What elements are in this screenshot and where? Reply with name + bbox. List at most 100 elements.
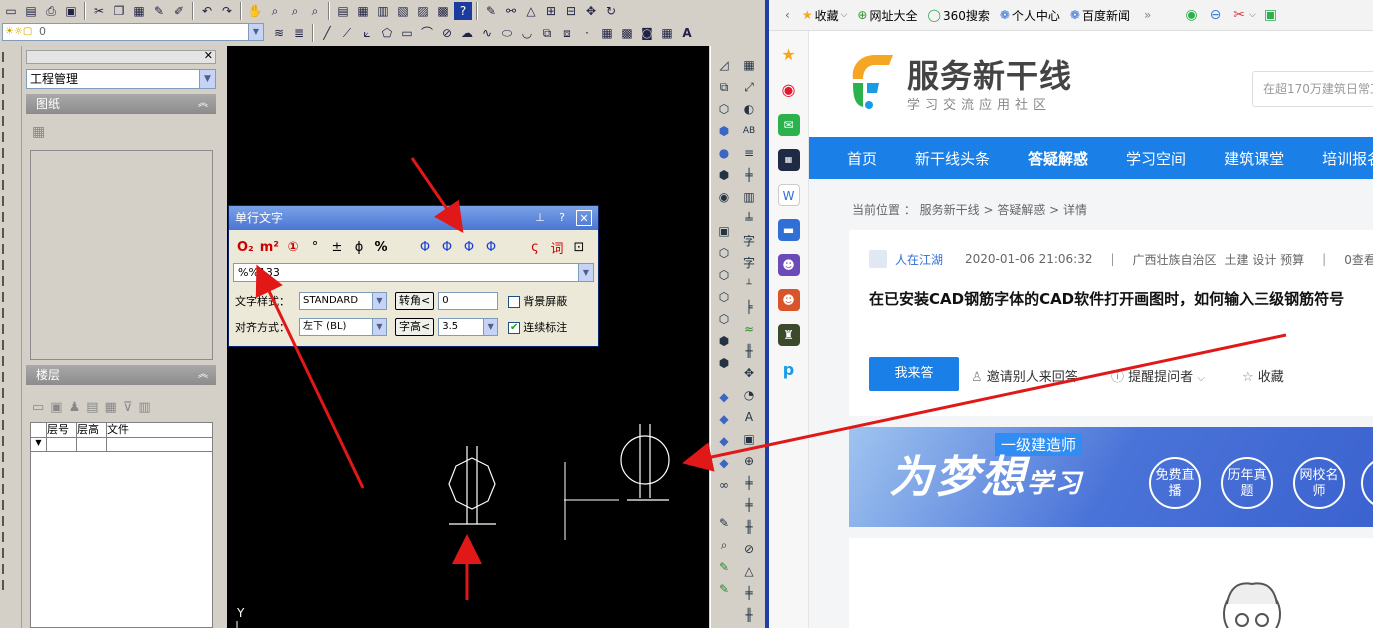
style-select[interactable]: STANDARD ▼ bbox=[299, 292, 387, 310]
move-icon[interactable]: ✥ bbox=[582, 2, 600, 20]
superscript-button[interactable]: m² bbox=[260, 240, 279, 255]
chevron-down-icon[interactable]: ▼ bbox=[248, 24, 263, 40]
text-ab-icon[interactable]: AB bbox=[740, 122, 758, 140]
collapse-icon[interactable]: ︽ bbox=[198, 365, 208, 385]
draw-arc-icon[interactable]: ⌒ bbox=[418, 24, 436, 42]
answer-button[interactable]: 我来答 bbox=[869, 357, 959, 391]
site-search-input[interactable]: 在超170万建筑日常工作 bbox=[1252, 71, 1373, 107]
triangle-dim-icon[interactable]: △ bbox=[740, 562, 758, 580]
array-icon[interactable]: ⊞ bbox=[542, 2, 560, 20]
link-icon[interactable]: ⚯ bbox=[502, 2, 520, 20]
char-edit-icon[interactable]: 字 bbox=[740, 254, 758, 272]
calculator-icon[interactable]: ▩ bbox=[434, 2, 452, 20]
design-center-icon[interactable]: ▦ bbox=[354, 2, 372, 20]
nav-headlines[interactable]: 新干线头条 bbox=[915, 148, 990, 169]
dialog-titlebar[interactable]: 单行文字 ⊥ ? ✕ bbox=[229, 206, 598, 230]
center-icon[interactable]: ⊕ bbox=[740, 452, 758, 470]
degree-button[interactable]: ° bbox=[307, 240, 323, 255]
back-icon[interactable]: ‹ bbox=[785, 8, 790, 22]
dim5-icon[interactable]: ╪ bbox=[740, 584, 758, 602]
iso-box5-icon[interactable]: ⬢ bbox=[715, 332, 733, 350]
mirror-icon[interactable]: △ bbox=[522, 2, 540, 20]
mtext-icon[interactable]: A bbox=[678, 24, 696, 42]
dim2-icon[interactable]: ╪ bbox=[740, 474, 758, 492]
box-icon[interactable]: ⬡ bbox=[715, 100, 733, 118]
gradient-icon[interactable]: ▩ bbox=[618, 24, 636, 42]
circle-symbol[interactable] bbox=[620, 435, 670, 485]
rotate-input[interactable]: 0 bbox=[438, 292, 499, 310]
draw-line-icon[interactable]: ╱ bbox=[318, 24, 336, 42]
zoom-previous-icon[interactable]: ⌕ bbox=[306, 2, 324, 20]
layer-previous-icon[interactable]: ≣ bbox=[290, 24, 308, 42]
chevron-down-icon[interactable]: ▼ bbox=[372, 319, 386, 335]
circle-dim-icon[interactable]: ⊘ bbox=[740, 540, 758, 558]
tower-icon[interactable]: ▥ bbox=[138, 400, 150, 415]
rotate-icon[interactable]: ↻ bbox=[602, 2, 620, 20]
stretch-icon[interactable]: ⊟ bbox=[562, 2, 580, 20]
copy-icon[interactable]: ❐ bbox=[110, 2, 128, 20]
height-pick-button[interactable]: 字高< bbox=[395, 318, 435, 336]
plot-icon[interactable]: ▣ bbox=[62, 2, 80, 20]
chevron-down-icon[interactable]: ▼ bbox=[483, 319, 498, 335]
person-icon[interactable]: ♟ bbox=[69, 400, 81, 415]
properties-icon[interactable]: ▤ bbox=[334, 2, 352, 20]
sheet-set-icon[interactable]: ▧ bbox=[394, 2, 412, 20]
dim-icon[interactable]: ╫ bbox=[740, 342, 758, 360]
nav-home[interactable]: 首页 bbox=[847, 148, 877, 169]
breadcrumb[interactable]: 当前位置 ： 服务新干线 > 答疑解惑 > 详情 bbox=[852, 201, 1087, 218]
favorites-star-icon[interactable]: ★ bbox=[778, 44, 800, 66]
open-folder-icon[interactable]: ▭ bbox=[32, 400, 44, 415]
tool-a-icon[interactable]: ✎ bbox=[715, 514, 733, 532]
char-icon[interactable]: 字 bbox=[740, 232, 758, 250]
pin-icon[interactable]: ⊥ bbox=[532, 210, 548, 226]
app-icon[interactable]: ▦ bbox=[777, 149, 800, 171]
brush-icon[interactable]: ✐ bbox=[170, 2, 188, 20]
heptagon-symbol[interactable] bbox=[448, 457, 496, 510]
chat-icon[interactable]: ▬ bbox=[777, 219, 800, 241]
panel-grip[interactable]: ✕ bbox=[26, 49, 216, 64]
wave-icon[interactable]: ≈ bbox=[740, 320, 758, 338]
wechat-icon[interactable]: ◉ bbox=[1185, 7, 1197, 23]
project-combo[interactable]: 工程管理 ▼ bbox=[26, 69, 216, 89]
extension-icon[interactable]: ▣ bbox=[1264, 7, 1277, 23]
ad-banner[interactable]: 一级建造师 为梦想学习 免费直播 历年真题 网校名师 bbox=[849, 427, 1373, 527]
layer-combo[interactable]: ☀☼▢ 0 ▼ bbox=[2, 23, 264, 41]
table-icon[interactable]: ▦ bbox=[658, 24, 676, 42]
drawing-tree-icon[interactable]: ▦ bbox=[32, 124, 45, 140]
markup-icon[interactable]: ▨ bbox=[414, 2, 432, 20]
pick-text-button[interactable]: ⊡ bbox=[571, 240, 587, 255]
open-icon[interactable]: ▭ bbox=[2, 2, 20, 20]
angle-icon[interactable]: ◔ bbox=[740, 386, 758, 404]
continuous-checkbox[interactable]: ✔ 连续标注 bbox=[508, 319, 567, 335]
col-file[interactable]: 文件 bbox=[107, 423, 212, 437]
help-icon[interactable]: ? bbox=[554, 210, 570, 226]
more-bookmarks-button[interactable]: » bbox=[1144, 8, 1151, 22]
p-icon[interactable]: p bbox=[778, 359, 800, 381]
diameter-button[interactable]: ϕ bbox=[351, 240, 367, 255]
solid-box-icon[interactable]: ⬢ bbox=[715, 122, 733, 140]
pencil-icon[interactable]: ✎ bbox=[482, 2, 500, 20]
bookmark-hao123[interactable]: ⊕ 网址大全 bbox=[857, 7, 917, 24]
slab-icon[interactable]: ╧ bbox=[740, 210, 758, 228]
drawings-section-header[interactable]: 图纸 ︽ bbox=[26, 94, 216, 114]
move-dim-icon[interactable]: ✥ bbox=[740, 364, 758, 382]
banner-pill-live[interactable]: 免费直播 bbox=[1149, 457, 1201, 509]
game-icon[interactable]: ☻ bbox=[777, 254, 800, 276]
rebar-icon[interactable]: ┴ bbox=[740, 276, 758, 294]
dictionary-button[interactable]: 词 bbox=[549, 238, 565, 257]
shade4-icon[interactable]: ◆ bbox=[715, 454, 733, 472]
zoom-realtime-icon[interactable]: ⌕ bbox=[266, 2, 284, 20]
favorite-button[interactable]: ☆ 收藏 bbox=[1242, 366, 1284, 385]
grid-icon[interactable]: ▦ bbox=[105, 400, 117, 415]
banner-pill-more[interactable] bbox=[1361, 457, 1373, 509]
bookmark-favorites[interactable]: ★ 收藏 ⌵ bbox=[802, 7, 848, 24]
align-select[interactable]: 左下 (BL) ▼ bbox=[299, 318, 387, 336]
sphere-icon[interactable]: ● bbox=[715, 144, 733, 162]
paste-icon[interactable]: ▦ bbox=[130, 2, 148, 20]
bookmark-baidu-news[interactable]: ❁ 百度新闻 bbox=[1070, 7, 1130, 24]
elevation-icon[interactable]: ╞ bbox=[740, 298, 758, 316]
view-icon[interactable]: ▣ bbox=[715, 222, 733, 240]
draw-circle-icon[interactable]: ⊘ bbox=[438, 24, 456, 42]
save-icon[interactable]: ▤ bbox=[22, 2, 40, 20]
point-icon[interactable]: · bbox=[578, 24, 596, 42]
